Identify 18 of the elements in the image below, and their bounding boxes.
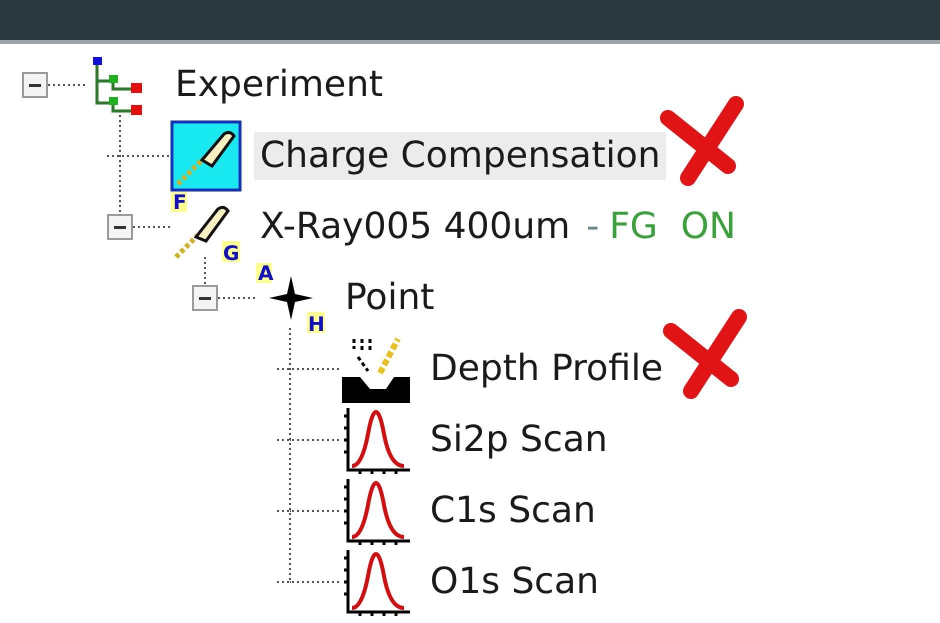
tree-item[interactable]: Charge Compensation — [254, 132, 666, 180]
icon-letter: G — [222, 240, 240, 262]
gun-icon — [170, 120, 242, 192]
collapse-toggle[interactable] — [22, 72, 48, 98]
tree-item[interactable]: Si2p Scan — [424, 416, 614, 464]
tree-item[interactable]: O1s Scan — [424, 558, 605, 606]
tree-item[interactable]: Point — [339, 274, 440, 322]
tree-item[interactable]: Experiment — [169, 60, 390, 108]
icon-letter: A — [256, 262, 274, 284]
icon-letter: H — [307, 312, 325, 334]
tree-item[interactable]: C1s Scan — [424, 486, 602, 534]
separator: - — [586, 204, 600, 248]
icon-letter: F — [171, 190, 187, 214]
tree-item[interactable]: Depth Profile — [424, 344, 670, 392]
collapse-toggle[interactable] — [192, 284, 218, 310]
tree-item[interactable]: X-Ray005 400um — [254, 202, 576, 250]
status-text: FG ON — [609, 204, 736, 248]
collapse-toggle[interactable] — [107, 214, 133, 240]
